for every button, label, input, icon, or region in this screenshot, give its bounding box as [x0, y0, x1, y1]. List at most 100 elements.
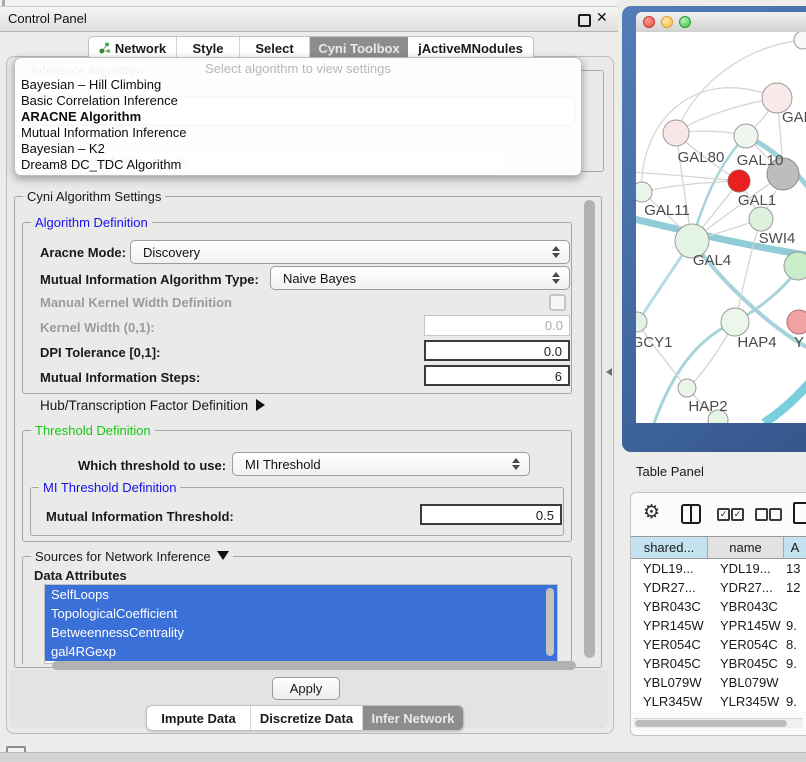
column-header[interactable]: shared... [631, 537, 708, 558]
panel-collapse-arrow-icon[interactable] [606, 368, 612, 376]
network-node[interactable] [794, 32, 806, 49]
sources-group-title[interactable]: Sources for Network Inference [31, 549, 233, 564]
split-column-icon[interactable] [681, 504, 701, 524]
tab-select[interactable]: Select [240, 37, 310, 59]
algorithm-definition-title: Algorithm Definition [31, 215, 152, 230]
network-canvas[interactable]: GALGAL80GAL10GAL11GAL1SWI4GAL4GCY1HAP4YH… [636, 32, 806, 423]
algorithm-dropdown: Select algorithm to view settings Bayesi… [14, 57, 582, 176]
algorithm-option[interactable]: Basic Correlation Inference [19, 93, 577, 109]
tab-impute-data[interactable]: Impute Data [147, 706, 251, 730]
float-icon[interactable] [578, 14, 591, 27]
close-icon[interactable]: ✕ [596, 9, 608, 26]
dpi-tolerance-field[interactable]: 0.0 [424, 340, 570, 361]
which-threshold-value: MI Threshold [245, 457, 321, 472]
tab-discretize-data[interactable]: Discretize Data [251, 706, 363, 730]
column-header[interactable]: name [708, 537, 784, 558]
network-node[interactable] [636, 312, 647, 332]
node-label: Y [794, 334, 804, 351]
mi-type-combo[interactable]: Naive Bayes [270, 266, 570, 290]
mi-threshold-group-title: MI Threshold Definition [39, 480, 180, 495]
hub-definition-toggle[interactable]: Hub/Transcription Factor Definition [40, 398, 265, 413]
table-row[interactable]: YDR27...YDR27...12 [631, 578, 806, 597]
manual-kernel-label: Manual Kernel Width Definition [40, 295, 232, 310]
list-scrollbar[interactable] [546, 588, 554, 656]
tab-label: Network [115, 41, 166, 56]
minimize-traffic-light[interactable] [661, 16, 673, 28]
tab-label: Cyni Toolbox [318, 41, 399, 56]
tab-network[interactable]: Network [89, 37, 177, 59]
gear-icon[interactable]: ⚙ [643, 501, 660, 524]
table-horizontal-scrollbar[interactable] [633, 718, 803, 728]
table-cell: YDR27... [708, 578, 784, 597]
network-node[interactable] [784, 252, 806, 280]
attribute-list-item[interactable]: SelfLoops [45, 585, 557, 604]
network-edge[interactable] [636, 172, 739, 181]
table-row[interactable]: YBR043CYBR043C [631, 597, 806, 616]
table-row[interactable]: YPR145WYPR145W9. [631, 616, 806, 635]
mi-steps-field[interactable]: 6 [424, 365, 570, 386]
network-node[interactable] [663, 120, 689, 146]
network-edge[interactable] [642, 181, 739, 192]
tab-label: Infer Network [371, 711, 454, 726]
attribute-list-item[interactable]: TopologicalCoefficient [45, 604, 557, 623]
algorithm-option[interactable]: Bayesian – K2 [19, 141, 577, 157]
attribute-list-item[interactable]: BetweennessCentrality [45, 623, 557, 642]
aracne-mode-combo[interactable]: Discovery [130, 240, 570, 264]
table-row[interactable]: YDL19...YDL19...13 [631, 559, 806, 578]
which-threshold-label: Which threshold to use: [78, 458, 226, 473]
mi-steps-label: Mutual Information Steps: [40, 370, 200, 385]
network-node[interactable] [787, 310, 806, 334]
unchecked-checkbox-icon[interactable] [755, 508, 768, 521]
tab-infer-network[interactable]: Infer Network [363, 706, 463, 730]
network-node[interactable] [734, 124, 758, 148]
table-row[interactable]: YLR345WYLR345W9. [631, 692, 806, 711]
dropdown-prompt: Select algorithm to view settings [15, 61, 581, 76]
close-traffic-light[interactable] [643, 16, 655, 28]
mi-threshold-field[interactable]: 0.5 [420, 504, 562, 525]
algorithm-option[interactable]: Bayesian – Hill Climbing [19, 77, 577, 93]
kernel-width-field[interactable]: 0.0 [424, 315, 570, 336]
network-window-titlebar[interactable] [636, 12, 806, 33]
node-label: HAP2 [688, 398, 727, 415]
table-row[interactable]: YBR045CYBR045C9. [631, 654, 806, 673]
network-node[interactable] [721, 308, 749, 336]
tab-jactivemnodules[interactable]: jActiveMNodules [408, 37, 533, 59]
algorithm-option[interactable]: Mutual Information Inference [19, 125, 577, 141]
table-row[interactable]: YBL079WYBL079W [631, 673, 806, 692]
node-label: GAL10 [737, 152, 784, 169]
unchecked-checkbox-icon[interactable] [769, 508, 782, 521]
table-cell: YER054C [708, 635, 784, 654]
tab-style[interactable]: Style [177, 37, 240, 59]
document-icon[interactable] [793, 502, 806, 524]
network-node[interactable] [749, 207, 773, 231]
apply-button[interactable]: Apply [272, 677, 340, 700]
attribute-list-item[interactable]: gal4RGexp [45, 642, 557, 661]
network-node[interactable] [678, 379, 696, 397]
algorithm-option[interactable]: Dream8 DC_TDC Algorithm [19, 157, 577, 173]
checked-checkbox-icon[interactable]: ✓ [731, 508, 744, 521]
network-edge[interactable] [676, 98, 777, 133]
which-threshold-combo[interactable]: MI Threshold [232, 452, 530, 476]
node-label: GCY1 [636, 334, 672, 351]
table-row[interactable]: YER054CYER054C8. [631, 635, 806, 654]
table-cell: YBR045C [708, 654, 784, 673]
algorithm-option[interactable]: ARACNE Algorithm [19, 109, 577, 125]
bottom-strip [0, 752, 806, 762]
column-header[interactable]: A [784, 537, 806, 558]
settings-horizontal-scrollbar[interactable] [52, 661, 576, 670]
checked-checkbox-icon[interactable]: ✓ [717, 508, 730, 521]
zoom-traffic-light[interactable] [679, 16, 691, 28]
spinner-icon [512, 457, 520, 471]
table-panel: ⚙ ✓ ✓ shared...nameA YDL19...YDL19...13Y… [630, 492, 806, 736]
hub-definition-label: Hub/Transcription Factor Definition [40, 398, 248, 413]
tab-cyni-toolbox[interactable]: Cyni Toolbox [310, 37, 408, 59]
table-cell: 12 [784, 578, 806, 597]
network-edge[interactable] [764, 380, 806, 423]
settings-vertical-scrollbar[interactable] [584, 200, 595, 658]
network-window: GALGAL80GAL10GAL11GAL1SWI4GAL4GCY1HAP4YH… [636, 12, 806, 423]
manual-kernel-checkbox[interactable] [549, 294, 566, 311]
tab-label: Style [192, 41, 223, 56]
network-edge[interactable] [637, 322, 687, 388]
network-node[interactable] [728, 170, 750, 192]
network-node[interactable] [636, 182, 652, 202]
